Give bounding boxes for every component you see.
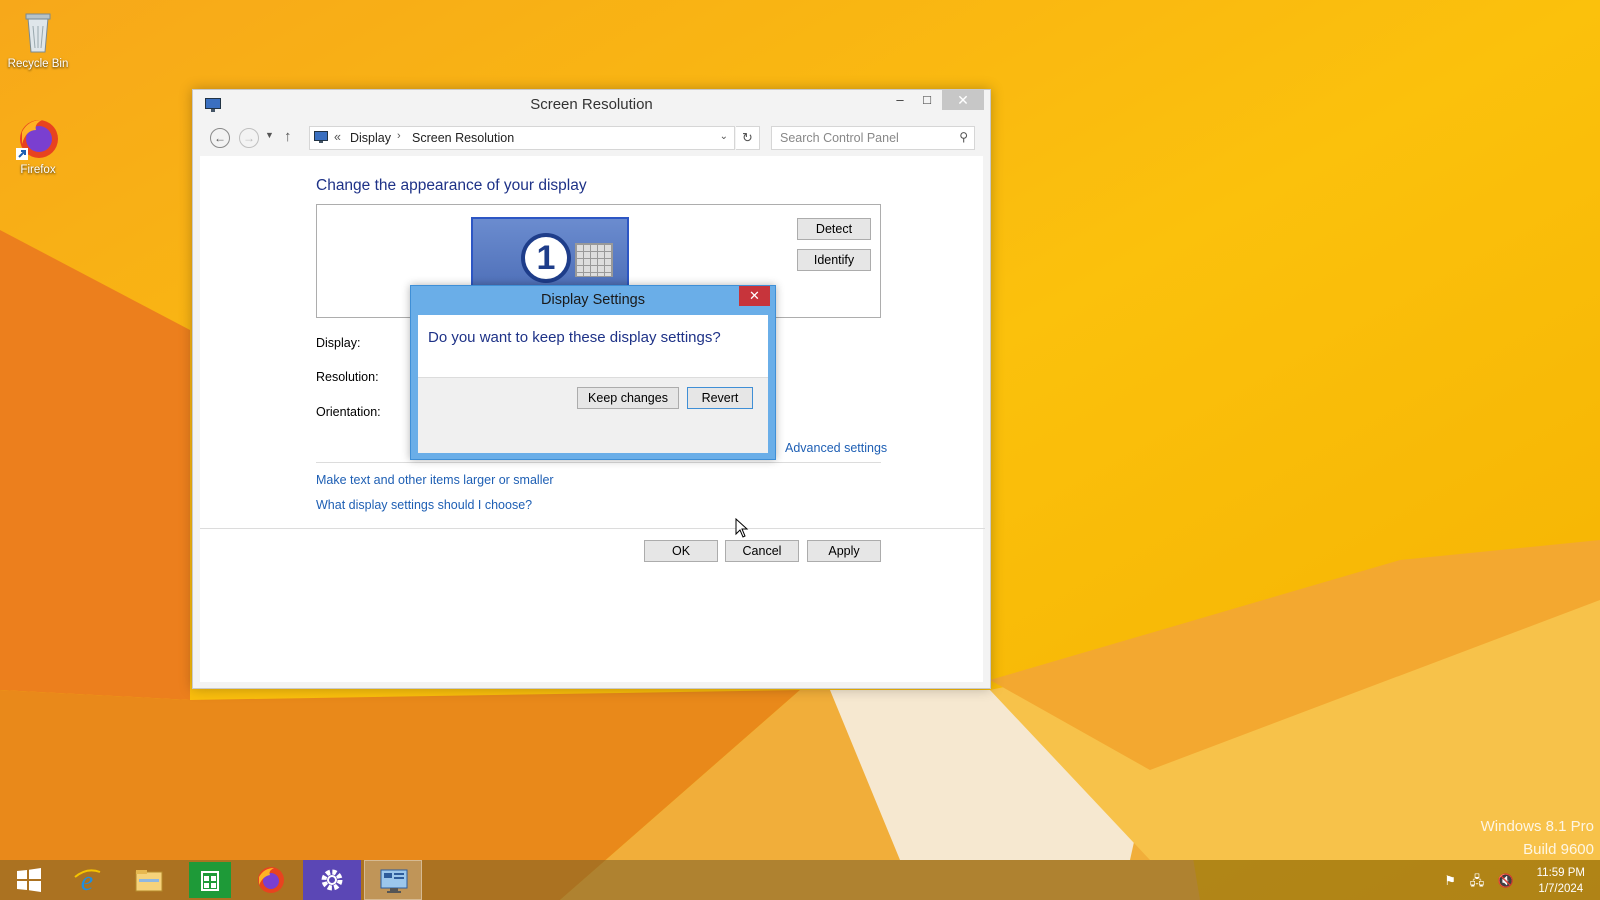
breadcrumb-separator[interactable]: › [397, 130, 401, 142]
dialog-footer: Keep changes Revert [418, 377, 768, 453]
taskbar-settings[interactable] [303, 860, 361, 900]
taskbar-internet-explorer[interactable]: e [58, 860, 116, 900]
breadcrumb-overflow[interactable]: « [334, 130, 341, 144]
display-label: Display: [316, 336, 361, 350]
dialog-question: Do you want to keep these display settin… [428, 329, 721, 346]
detect-button[interactable]: Detect [797, 218, 871, 240]
arrow-left-icon: ← [214, 131, 226, 145]
dialog-title: Display Settings [541, 292, 645, 308]
search-icon[interactable]: ⚲ [959, 130, 968, 144]
ok-button[interactable]: OK [644, 540, 718, 562]
taskbar: e ⚑ 🖧 🔇 11:59 PM 1/7/2024 [0, 860, 1600, 900]
control-panel-icon [379, 866, 409, 896]
display-settings-help-link[interactable]: What display settings should I choose? [316, 498, 532, 512]
window-title: Screen Resolution [530, 96, 653, 113]
clock-time: 11:59 PM [1536, 867, 1585, 879]
system-tray: ⚑ 🖧 🔇 [1434, 872, 1514, 894]
windows-logo-icon [14, 865, 44, 895]
footer-divider [200, 528, 985, 529]
start-button[interactable] [0, 860, 58, 900]
taskbar-file-explorer[interactable] [120, 860, 178, 900]
mouse-cursor-icon [735, 517, 749, 538]
advanced-settings-link[interactable]: Advanced settings [785, 441, 887, 455]
display-settings-dialog: Display Settings ✕ Do you want to keep t… [410, 285, 776, 460]
recycle-bin-icon [14, 8, 62, 56]
orientation-label: Orientation: [316, 405, 381, 419]
firefox-icon [14, 114, 62, 162]
close-button[interactable]: ✕ [942, 90, 984, 110]
volume-muted-icon[interactable]: 🔇 [1498, 873, 1514, 888]
chevron-down-icon: ▼ [265, 130, 274, 140]
minimize-button[interactable]: – [886, 90, 914, 110]
window-titlebar[interactable]: Screen Resolution – □ ✕ [193, 90, 990, 120]
monitor-grid-icon [575, 243, 613, 277]
action-center-flag-icon[interactable]: ⚑ [1444, 873, 1456, 888]
apply-button[interactable]: Apply [807, 540, 881, 562]
refresh-icon: ↻ [742, 130, 753, 145]
identify-button[interactable]: Identify [797, 249, 871, 271]
control-panel-icon [314, 131, 328, 143]
desktop-icon-label: Recycle Bin [7, 58, 69, 70]
chevron-down-icon[interactable]: ⌄ [720, 131, 728, 142]
keep-changes-button[interactable]: Keep changes [577, 387, 679, 409]
internet-explorer-icon: e [72, 865, 102, 897]
search-input[interactable]: Search Control Panel ⚲ [771, 126, 975, 150]
taskbar-control-panel[interactable] [364, 860, 422, 900]
monitor-number: 1 [521, 233, 571, 283]
breadcrumb-screen-resolution[interactable]: Screen Resolution [412, 131, 514, 145]
resolution-label: Resolution: [316, 370, 379, 384]
recent-locations-dropdown[interactable]: ▼ [265, 130, 274, 140]
dialog-close-button[interactable]: ✕ [739, 286, 770, 306]
firefox-icon [256, 865, 286, 895]
desktop-icon-firefox[interactable]: Firefox [1, 114, 75, 176]
breadcrumb-display[interactable]: Display [350, 131, 391, 145]
forward-button[interactable]: → [239, 128, 259, 148]
arrow-right-icon: → [243, 131, 255, 145]
watermark-build: Build 9600 [1523, 841, 1594, 858]
desktop-icon-recycle-bin[interactable]: Recycle Bin [1, 8, 75, 70]
store-icon [189, 862, 231, 898]
dialog-body: Do you want to keep these display settin… [418, 315, 768, 453]
windows-watermark: Windows 8.1 Pro Build 9600 [1481, 815, 1594, 861]
folder-icon [134, 865, 164, 895]
cancel-button[interactable]: Cancel [725, 540, 799, 562]
address-bar[interactable]: « Display › Screen Resolution ⌄ [309, 126, 735, 150]
revert-button[interactable]: Revert [687, 387, 753, 409]
refresh-button[interactable]: ↻ [736, 126, 760, 150]
back-button[interactable]: ← [210, 128, 230, 148]
taskbar-clock[interactable]: 11:59 PM 1/7/2024 [1537, 865, 1585, 897]
page-heading: Change the appearance of your display [316, 177, 587, 194]
watermark-edition: Windows 8.1 Pro [1480, 818, 1594, 835]
search-placeholder: Search Control Panel [780, 131, 899, 145]
navigation-bar: ← → ▼ ↑ « Display › Screen Resolution ⌄ … [193, 120, 990, 156]
taskbar-store[interactable] [181, 860, 239, 900]
up-button[interactable]: ↑ [284, 128, 292, 145]
divider [316, 462, 881, 463]
maximize-button[interactable]: □ [913, 90, 941, 110]
desktop-icon-label: Firefox [20, 164, 56, 176]
gear-icon [317, 865, 347, 895]
arrow-up-icon: ↑ [284, 128, 292, 145]
taskbar-firefox[interactable] [242, 860, 300, 900]
clock-date: 1/7/2024 [1538, 883, 1584, 895]
text-size-link[interactable]: Make text and other items larger or smal… [316, 473, 554, 487]
network-icon[interactable]: 🖧 [1470, 873, 1485, 888]
